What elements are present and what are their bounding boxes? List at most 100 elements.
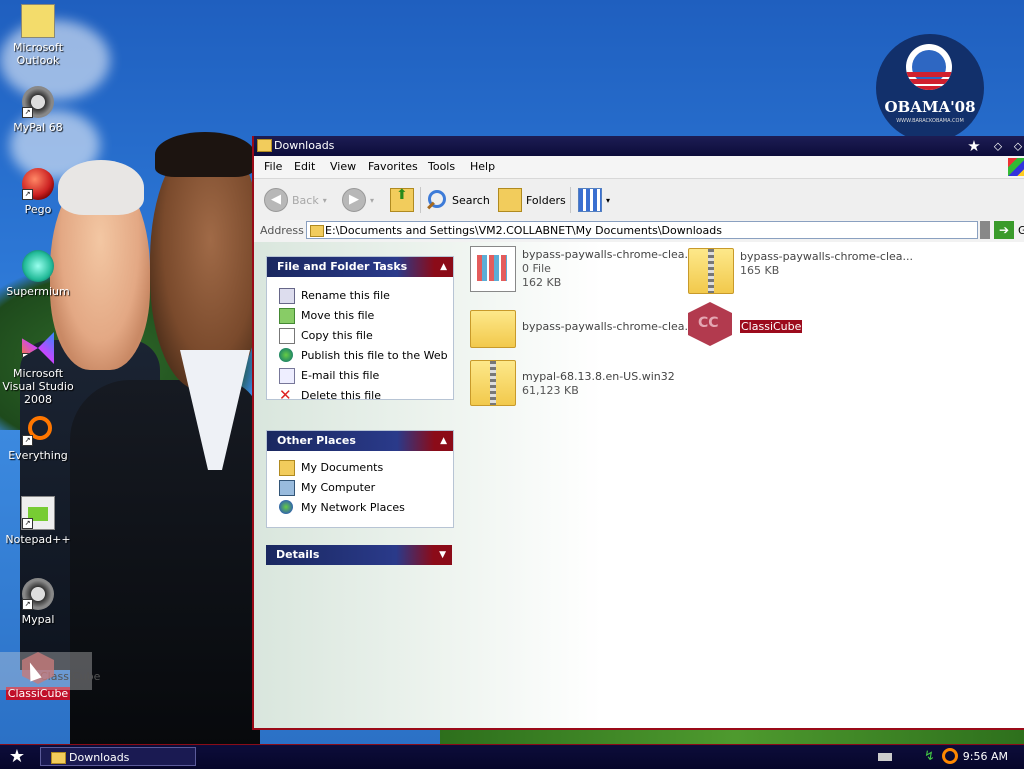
computer-icon [279,480,295,496]
details-panel: Details ▼ [266,545,452,565]
panel-header[interactable]: Details ▼ [266,545,452,565]
chevron-up-icon[interactable]: ▲ [440,257,447,277]
file-item[interactable]: bypass-paywalls-chrome-clea... [470,304,695,354]
up-folder-button[interactable]: ⬆ [390,185,418,215]
place-my-computer[interactable]: My Computer [267,477,453,497]
zip-folder-icon [688,248,734,294]
folder-icon [310,225,324,237]
desktop-icon-label: Pego [24,203,52,216]
back-label: Back [292,193,319,207]
address-dropdown-button[interactable] [980,221,990,239]
chevron-down-icon[interactable]: ▼ [439,545,446,565]
other-places-panel: Other Places ▲ My Documents My Computer … [266,430,454,528]
network-icon [279,500,293,514]
start-button[interactable]: ★ [4,747,30,767]
folder-icon [470,310,516,348]
panel-title: Details [276,548,320,561]
desktop-icon-outlook[interactable]: Microsoft Outlook [0,4,76,67]
task-rename[interactable]: Rename this file [267,285,453,305]
menu-tools[interactable]: Tools [428,160,455,173]
search-label: Search [452,193,490,207]
task-publish[interactable]: Publish this file to the Web [267,345,453,365]
file-folder-tasks-panel: File and Folder Tasks ▲ Rename this file… [266,256,454,403]
menu-help[interactable]: Help [470,160,495,173]
copy-icon [279,328,295,344]
file-item[interactable]: bypass-paywalls-chrome-clea... 165 KB [688,248,913,298]
back-arrow-icon: ◀ [264,188,288,212]
keyboard-icon[interactable] [878,753,892,761]
file-name: bypass-paywalls-chrome-clea... [522,320,696,333]
star-icon: ★ [967,137,981,155]
back-button[interactable]: ◀ Back ▾ [264,185,327,215]
application-icon [470,246,516,292]
menu-bar: File Edit View Favorites Tools Help [254,156,1024,178]
file-item[interactable]: bypass-paywalls-chrome-clea... 0 File 16… [470,246,695,296]
desktop-icon-label: Microsoft Outlook [12,41,64,67]
zip-folder-icon [470,360,516,406]
taskbar-item-downloads[interactable]: Downloads [40,747,196,766]
desktop-icon-mypal[interactable]: ↗ Mypal [0,578,76,626]
folder-icon [51,752,66,764]
desktop-icon-label: Mypal [21,613,55,626]
desktop-icon-pego[interactable]: ↗ Pego [0,168,76,216]
task-copy[interactable]: Copy this file [267,325,453,345]
forward-button[interactable]: ▶ ▾ [342,185,374,215]
network-tray-icon[interactable]: ↯ [924,749,935,764]
maximize-button[interactable]: ⬦ [1010,138,1024,154]
clock[interactable]: 9:56 AM [963,750,1008,763]
file-name: mypal-68.13.8.en-US.win32 [522,370,675,383]
file-size: 165 KB [740,264,780,277]
desktop-icon-notepadpp[interactable]: ↗ Notepad++ [0,496,76,546]
minimize-button[interactable]: ⬦ [990,138,1006,154]
logo-subtext: WWW.BARACKOBAMA.COM [896,118,964,124]
menu-view[interactable]: View [330,160,356,173]
panel-title: File and Folder Tasks [277,260,408,273]
desktop-icon-everything[interactable]: ↗ Everything [0,414,76,462]
everything-tray-icon[interactable] [942,748,958,764]
desktop-icon-label: Supermium [6,285,70,298]
views-button[interactable]: ▾ [578,185,610,215]
go-label[interactable]: Go [1018,224,1024,237]
notepadpp-icon: ↗ [21,496,55,530]
folders-button[interactable]: Folders [498,185,566,215]
move-icon [279,308,295,324]
place-my-network[interactable]: My Network Places [267,497,453,517]
file-description: 0 File [522,262,551,275]
desktop-icon-mypal68[interactable]: ↗ MyPal 68 [0,86,76,134]
menu-favorites[interactable]: Favorites [368,160,418,173]
desktop-icon-label: Microsoft Visual Studio 2008 [2,367,74,406]
toolbar: ◀ Back ▾ ▶ ▾ ⬆ Search Folders ▾ [254,178,1024,222]
address-label: Address [260,224,304,237]
desktop-icon-supermium[interactable]: Supermium [0,250,76,298]
up-folder-icon: ⬆ [390,187,414,212]
task-move[interactable]: Move this file [267,305,453,325]
desktop-icon-visual-studio[interactable]: ↗ Microsoft Visual Studio 2008 [0,332,76,406]
place-my-documents[interactable]: My Documents [267,457,453,477]
delete-x-icon: ✕ [279,386,292,404]
desktop-icon-label: Everything [8,449,68,462]
title-bar[interactable]: Downloads ★ ⬦ ⬦ [254,136,1024,156]
go-arrow-icon[interactable]: ➔ [994,221,1014,239]
task-email[interactable]: E-mail this file [267,365,453,385]
file-size: 162 KB [522,276,562,289]
search-button[interactable]: Search [426,185,490,215]
email-icon [279,368,295,384]
chevron-up-icon[interactable]: ▲ [440,431,447,451]
panel-header[interactable]: File and Folder Tasks ▲ [267,257,453,277]
explorer-window: Downloads ★ ⬦ ⬦ File Edit View Favorites… [252,136,1024,730]
everything-icon: ↗ [22,414,54,446]
file-item[interactable]: mypal-68.13.8.en-US.win32 61,123 KB [470,360,680,410]
menu-file[interactable]: File [264,160,282,173]
windows-logo-icon [1008,158,1024,176]
file-name: ClassiCube [740,320,803,333]
address-path: E:\Documents and Settings\VM2.COLLABNET\… [325,224,722,237]
menu-edit[interactable]: Edit [294,160,315,173]
obama-logo: OBAMA'08 WWW.BARACKOBAMA.COM [876,34,984,142]
desktop-icon-label: MyPal 68 [13,121,63,134]
address-field[interactable]: E:\Documents and Settings\VM2.COLLABNET\… [306,221,978,239]
supermium-icon [22,250,54,282]
task-delete[interactable]: ✕ Delete this file [267,385,453,405]
file-item-selected[interactable]: ClassiCube [688,302,848,352]
window-content: File and Folder Tasks ▲ Rename this file… [254,242,1024,728]
panel-header[interactable]: Other Places ▲ [267,431,453,451]
